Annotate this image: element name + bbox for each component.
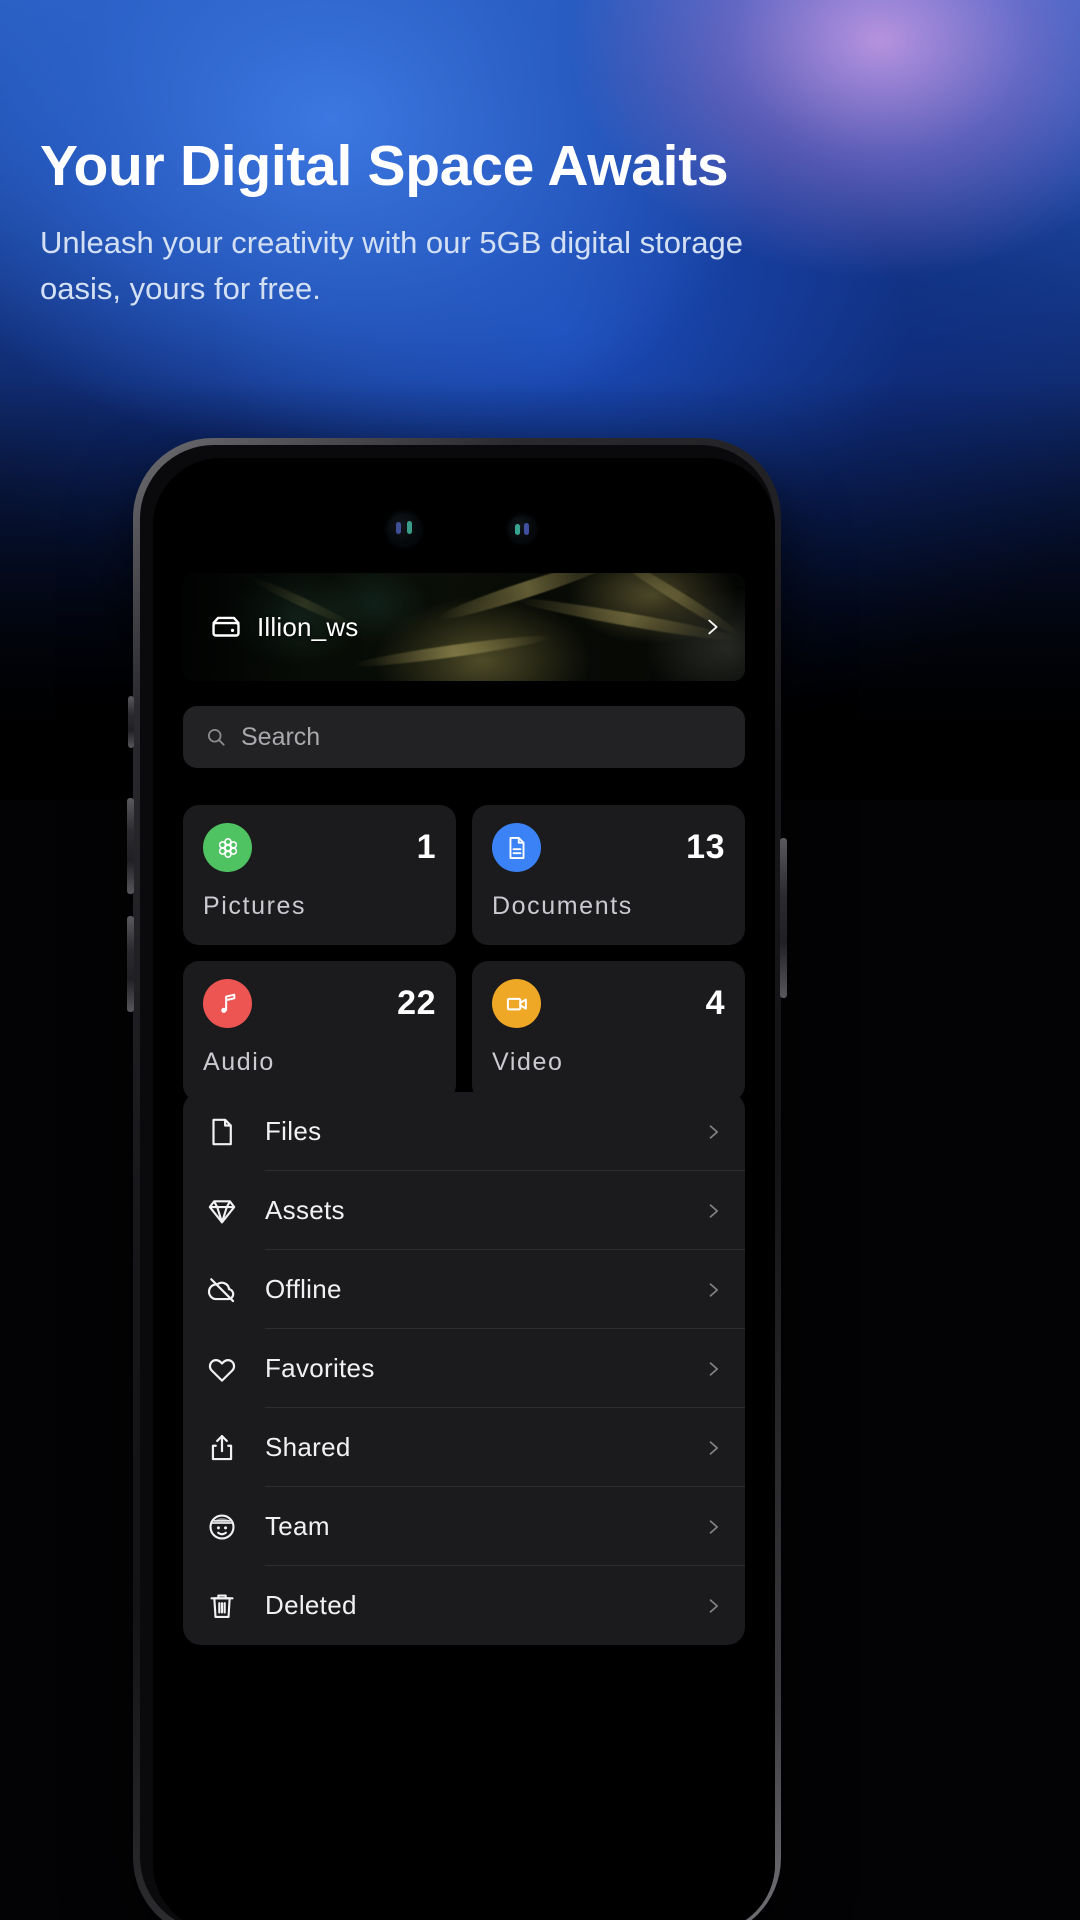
share-icon	[205, 1431, 239, 1465]
phone-screen: Illion_ws Search 1 Pictures 13 Documents…	[153, 458, 775, 1920]
app-viewport: Illion_ws Search 1 Pictures 13 Documents…	[153, 458, 775, 1920]
camera-glint	[396, 522, 401, 534]
hero-text-block: Your Digital Space Awaits Unleash your c…	[40, 132, 830, 312]
chevron-right-icon[interactable]	[703, 1201, 723, 1221]
list-item-offline[interactable]: Offline	[183, 1250, 745, 1329]
file-icon	[205, 1115, 239, 1149]
screenshot-root: Your Digital Space Awaits Unleash your c…	[0, 0, 1080, 1920]
list-item-shared[interactable]: Shared	[183, 1408, 745, 1487]
list-item-label: Deleted	[265, 1590, 357, 1620]
search-icon	[205, 726, 227, 748]
list-item-label: Team	[265, 1511, 330, 1541]
chevron-right-icon[interactable]	[703, 1517, 723, 1537]
list-item-label: Assets	[265, 1195, 345, 1225]
list-item-label: Files	[265, 1116, 322, 1146]
navigation-list: Files Assets Offline Favorites Shared Te…	[183, 1092, 745, 1645]
camera-notch-area	[153, 458, 775, 578]
power-button[interactable]	[780, 838, 787, 998]
flower-aperture-icon	[203, 823, 252, 872]
phone-frame: Illion_ws Search 1 Pictures 13 Documents…	[127, 438, 787, 1920]
list-item-favorites[interactable]: Favorites	[183, 1329, 745, 1408]
stat-card-documents[interactable]: 13 Documents	[472, 805, 745, 945]
search-placeholder: Search	[241, 722, 321, 751]
list-item-label: Offline	[265, 1274, 342, 1304]
page-title: Your Digital Space Awaits	[40, 134, 729, 198]
video-camera-icon	[492, 979, 541, 1028]
trash-icon	[205, 1589, 239, 1623]
archive-box-icon	[209, 610, 243, 644]
phone-bezel: Illion_ws Search 1 Pictures 13 Documents…	[140, 445, 775, 1920]
front-camera-icon	[388, 513, 420, 545]
heart-icon	[205, 1352, 239, 1386]
document-icon	[492, 823, 541, 872]
chevron-right-icon[interactable]	[703, 1596, 723, 1616]
chevron-right-icon[interactable]	[703, 1438, 723, 1458]
stat-label: Documents	[492, 892, 633, 920]
music-note-icon	[203, 979, 252, 1028]
stat-count: 4	[705, 984, 725, 1022]
stats-row-1: 1 Pictures 13 Documents	[183, 805, 745, 945]
volume-up-button[interactable]	[127, 798, 134, 894]
list-item-assets[interactable]: Assets	[183, 1171, 745, 1250]
list-item-label: Favorites	[265, 1353, 375, 1383]
stat-count: 1	[416, 828, 436, 866]
diamond-icon	[205, 1194, 239, 1228]
camera-glint	[407, 521, 412, 534]
silent-switch-button[interactable]	[128, 696, 134, 748]
workspace-name: Illion_ws	[257, 611, 359, 642]
sensor-icon	[509, 516, 535, 542]
stat-card-video[interactable]: 4 Video	[472, 961, 745, 1101]
stat-count: 22	[397, 984, 436, 1022]
chevron-right-icon[interactable]	[703, 1280, 723, 1300]
face-icon	[205, 1510, 239, 1544]
stat-label: Video	[492, 1048, 564, 1076]
volume-down-button[interactable]	[127, 916, 134, 1012]
list-item-deleted[interactable]: Deleted	[183, 1566, 745, 1645]
stat-count: 13	[686, 828, 725, 866]
stat-label: Pictures	[203, 892, 307, 920]
stats-row-2: 22 Audio 4 Video	[183, 961, 745, 1101]
chevron-right-icon[interactable]	[703, 1122, 723, 1142]
storage-stats-grid: 1 Pictures 13 Documents 22 Audio 4 Video	[183, 805, 745, 1117]
stat-label: Audio	[203, 1048, 275, 1076]
sensor-glint	[524, 523, 529, 535]
page-subtitle: Unleash your creativity with our 5GB dig…	[40, 225, 743, 306]
stat-card-audio[interactable]: 22 Audio	[183, 961, 456, 1101]
chevron-right-icon[interactable]	[703, 1359, 723, 1379]
list-item-label: Shared	[265, 1432, 351, 1462]
phone-mockup: Illion_ws Search 1 Pictures 13 Documents…	[127, 438, 787, 1920]
sensor-glint	[515, 524, 520, 535]
chevron-right-icon[interactable]	[701, 616, 723, 638]
stat-card-pictures[interactable]: 1 Pictures	[183, 805, 456, 945]
workspace-banner[interactable]: Illion_ws	[183, 573, 745, 681]
cloud-off-icon	[205, 1273, 239, 1307]
list-item-team[interactable]: Team	[183, 1487, 745, 1566]
search-input[interactable]: Search	[183, 706, 745, 768]
list-item-files[interactable]: Files	[183, 1092, 745, 1171]
